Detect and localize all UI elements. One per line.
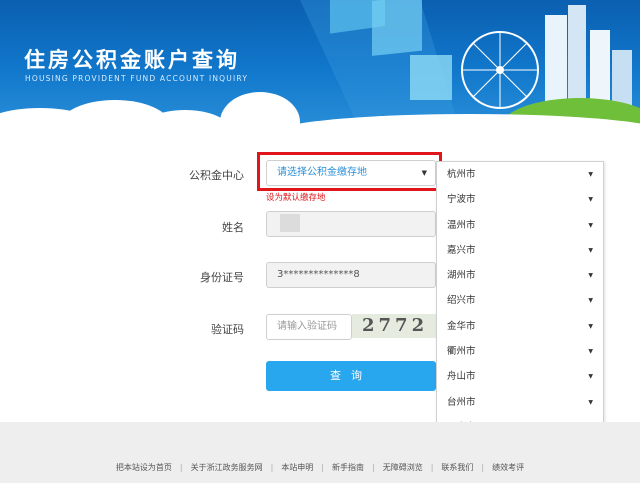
city-option[interactable]: 嘉兴市 ▼	[437, 238, 603, 263]
city-option-label: 宁波市	[447, 194, 476, 206]
footer-separator: |	[430, 463, 434, 472]
city-option-label: 温州市	[447, 219, 476, 231]
city-dropdown: 杭州市 ▼ 宁波市 ▼ 温州市 ▼ 嘉兴市 ▼ 湖州市 ▼ 绍兴市 ▼ 金华市 ▼ 衢州市 ▼ 舟山市 ▼ 台州市 ▼…	[436, 161, 604, 465]
footer-link[interactable]: 关于浙江政务服务网	[188, 463, 266, 472]
footer-link[interactable]: 新手指南	[329, 463, 367, 472]
footer-link[interactable]: 把本站设为首页	[113, 463, 175, 472]
footer-link[interactable]: 联系我们	[438, 463, 476, 472]
captcha-label: 验证码	[211, 323, 244, 336]
city-option[interactable]: 宁波市 ▼	[437, 187, 603, 212]
caret-down-icon: ▼	[588, 196, 593, 204]
city-option[interactable]: 绍兴市 ▼	[437, 288, 603, 313]
caret-down-icon: ▼	[588, 373, 593, 381]
footer-links: 把本站设为首页 | 关于浙江政务服务网 | 本站申明 | 新手指南 | 无障碍浏览 | 联系我们 | 绩…	[0, 462, 640, 473]
city-option-label: 台州市	[447, 396, 476, 408]
city-option-label: 杭州市	[447, 169, 476, 180]
footer-separator: |	[179, 463, 183, 472]
page-title: 住房公积金账户查询	[24, 48, 240, 72]
caret-down-icon: ▼	[588, 171, 593, 178]
id-number-field[interactable]: 3**************8	[266, 262, 436, 288]
default-location-hint[interactable]: 设为默认缴存地	[266, 191, 326, 203]
footer-separator: |	[270, 463, 274, 472]
query-button[interactable]: 查询	[266, 361, 436, 391]
city-option-label: 绍兴市	[447, 295, 476, 307]
footer	[0, 422, 640, 483]
caret-down-icon: ▼	[588, 246, 593, 254]
captcha-input[interactable]: 请输入验证码	[266, 314, 352, 340]
caret-down-icon: ▼	[588, 398, 593, 406]
city-option[interactable]: 台州市 ▼	[437, 390, 603, 415]
captcha-image[interactable]: 2772	[352, 314, 436, 338]
caret-down-icon: ▼	[588, 272, 593, 280]
caret-down-icon: ▼	[588, 348, 593, 356]
caret-down-icon: ▼	[588, 221, 593, 229]
city-option[interactable]: 温州市 ▼	[437, 213, 603, 238]
name-redaction	[280, 214, 300, 232]
footer-separator: |	[321, 463, 324, 472]
footer-separator: |	[481, 463, 485, 472]
highlight-box	[257, 152, 442, 191]
city-option[interactable]: 舟山市 ▼	[437, 364, 603, 389]
header-banner: 住房公积金账户查询 HOUSING PROVIDENT FUND ACCOUNT…	[0, 0, 640, 130]
city-option[interactable]: 湖州市 ▼	[437, 263, 603, 288]
caret-down-icon: ▼	[588, 297, 593, 305]
city-option-label: 嘉兴市	[447, 244, 476, 256]
center-label: 公积金中心	[189, 169, 244, 182]
city-option[interactable]: 衢州市 ▼	[437, 339, 603, 364]
name-label: 姓名	[222, 221, 244, 234]
page-subtitle: HOUSING PROVIDENT FUND ACCOUNT INQUIRY	[25, 74, 249, 83]
caret-down-icon: ▼	[588, 322, 593, 330]
city-option-label: 舟山市	[447, 371, 476, 383]
city-option-label: 金华市	[447, 320, 476, 332]
city-option-label: 湖州市	[447, 270, 476, 282]
city-option[interactable]: 杭州市 ▼	[437, 162, 603, 187]
footer-separator: |	[372, 463, 375, 472]
footer-link[interactable]: 无障碍浏览	[380, 463, 426, 472]
footer-link[interactable]: 绩效考评	[489, 463, 527, 472]
city-option[interactable]: 金华市 ▼	[437, 314, 603, 339]
id-label: 身份证号	[200, 271, 244, 284]
city-option-label: 衢州市	[447, 346, 476, 358]
footer-link[interactable]: 本站申明	[278, 463, 316, 472]
